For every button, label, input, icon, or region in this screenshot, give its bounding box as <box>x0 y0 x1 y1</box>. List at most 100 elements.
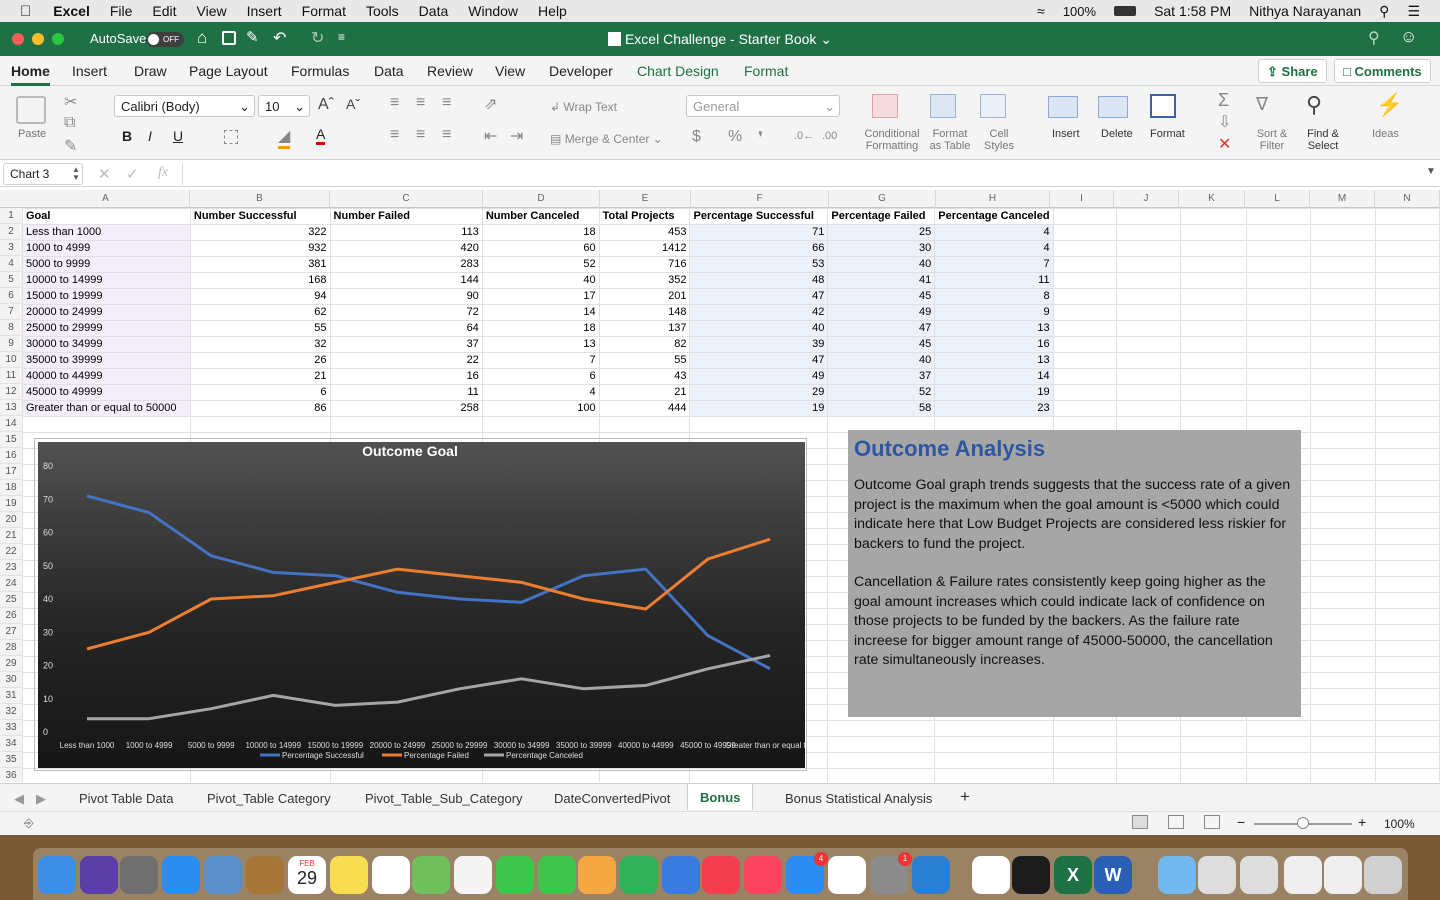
row-header[interactable]: 17 <box>0 464 22 480</box>
empty-cell[interactable] <box>1180 352 1247 369</box>
table-cell[interactable]: 144 <box>329 272 483 289</box>
empty-cell[interactable] <box>1310 704 1376 721</box>
empty-cell[interactable] <box>1115 720 1182 737</box>
delete-cells-icon[interactable] <box>1098 96 1128 118</box>
empty-cell[interactable] <box>1310 624 1376 641</box>
excel-icon[interactable]: X <box>1054 856 1092 894</box>
row-header[interactable]: 11 <box>0 368 22 384</box>
sheet-tab-bonus[interactable]: Bonus <box>687 784 754 810</box>
table-cell[interactable]: 15000 to 19999 <box>22 288 191 305</box>
empty-cell[interactable] <box>1374 752 1440 769</box>
empty-cell[interactable] <box>1052 768 1117 782</box>
empty-cell[interactable] <box>1180 400 1247 417</box>
empty-cell[interactable] <box>1374 608 1440 625</box>
empty-cell[interactable] <box>1180 336 1247 353</box>
column-header-a[interactable]: A <box>22 190 190 208</box>
empty-cell[interactable] <box>1052 368 1117 385</box>
table-cell[interactable]: 168 <box>189 272 331 289</box>
orientation-icon[interactable]: ⇗ <box>484 94 497 114</box>
align-top-icon[interactable]: ≡ <box>390 94 399 112</box>
zoom-in-icon[interactable]: + <box>1358 814 1366 830</box>
row-header[interactable]: 28 <box>0 640 22 656</box>
table-cell[interactable]: 40 <box>689 320 829 337</box>
format-cells-button[interactable]: Format <box>1150 128 1185 140</box>
chart-svg[interactable]: Outcome Goal 0 10 20 30 40 50 60 70 80 Less than 1… <box>38 442 835 768</box>
paste-button[interactable]: Paste <box>18 128 46 140</box>
sheet-tab-pivot-table-category[interactable]: Pivot_Table Category <box>207 791 331 806</box>
insert-cells-button[interactable]: Insert <box>1052 128 1080 140</box>
row-header[interactable]: 3 <box>0 240 22 256</box>
empty-cell[interactable] <box>1310 560 1376 577</box>
table-cell[interactable]: 40000 to 44999 <box>22 368 191 385</box>
table-cell[interactable]: 29 <box>689 384 829 401</box>
empty-cell[interactable] <box>1374 480 1440 497</box>
table-header-cell[interactable]: Total Projects <box>598 208 691 225</box>
formula-input[interactable] <box>182 163 1422 185</box>
empty-cell[interactable] <box>1245 720 1312 737</box>
menu-data[interactable]: Data <box>419 3 449 19</box>
table-cell[interactable]: 66 <box>689 240 829 257</box>
macro-record-icon[interactable]: ⎆ <box>24 816 34 831</box>
empty-cell[interactable] <box>1310 640 1376 657</box>
chrome-icon[interactable] <box>828 856 866 894</box>
increase-decimal-icon[interactable]: .0← <box>794 130 814 142</box>
row-header[interactable]: 16 <box>0 448 22 464</box>
word-icon[interactable]: W <box>1094 856 1132 894</box>
stepper-icon[interactable]: ▲ ▼ <box>72 166 80 182</box>
add-sheet-icon[interactable]: + <box>960 787 970 807</box>
empty-cell[interactable] <box>1245 272 1312 289</box>
menu-help[interactable]: Help <box>538 3 567 19</box>
table-cell[interactable]: 62 <box>189 304 331 321</box>
column-header-l[interactable]: L <box>1245 190 1310 208</box>
table-cell[interactable]: 58 <box>827 400 936 417</box>
empty-cell[interactable] <box>1310 400 1376 417</box>
maps-icon[interactable] <box>412 856 450 894</box>
spotlight-icon[interactable]: ⚲ <box>1379 3 1389 20</box>
table-cell[interactable]: 14 <box>481 304 600 321</box>
empty-cell[interactable] <box>1374 272 1440 289</box>
empty-cell[interactable] <box>1310 752 1376 769</box>
empty-cell[interactable] <box>1374 768 1440 782</box>
table-cell[interactable]: 13 <box>934 352 1054 369</box>
table-cell[interactable]: 4 <box>481 384 600 401</box>
insert-cells-icon[interactable] <box>1048 96 1078 118</box>
table-cell[interactable]: 39 <box>689 336 829 353</box>
empty-cell[interactable] <box>1115 384 1182 401</box>
siri-icon[interactable] <box>80 856 118 894</box>
empty-cell[interactable] <box>1310 368 1376 385</box>
empty-cell[interactable] <box>1374 432 1440 449</box>
empty-cell[interactable] <box>1115 736 1182 753</box>
scroll-tabs-right-icon[interactable]: ▶ <box>36 791 46 807</box>
empty-cell[interactable] <box>1115 208 1182 225</box>
column-header-b[interactable]: B <box>190 190 330 208</box>
table-cell[interactable]: 37 <box>329 336 483 353</box>
column-header-k[interactable]: K <box>1179 190 1245 208</box>
table-header-cell[interactable]: Number Successful <box>189 208 331 225</box>
empty-cell[interactable] <box>598 416 691 433</box>
table-cell[interactable]: 19 <box>689 400 829 417</box>
empty-cell[interactable] <box>1052 224 1117 241</box>
table-cell[interactable]: 25 <box>827 224 936 241</box>
empty-cell[interactable] <box>1180 256 1247 273</box>
fill-icon[interactable]: ⇩ <box>1218 112 1231 132</box>
menu-view[interactable]: View <box>197 3 227 19</box>
empty-cell[interactable] <box>1374 336 1440 353</box>
table-cell[interactable]: 4 <box>934 240 1054 257</box>
empty-cell[interactable] <box>1310 672 1376 689</box>
empty-cell[interactable] <box>1245 256 1312 273</box>
table-cell[interactable]: 41 <box>827 272 936 289</box>
tab-home[interactable]: Home <box>11 63 50 86</box>
empty-cell[interactable] <box>1245 400 1312 417</box>
empty-cell[interactable] <box>1180 720 1247 737</box>
empty-cell[interactable] <box>934 736 1054 753</box>
empty-cell[interactable] <box>1245 736 1312 753</box>
empty-cell[interactable] <box>329 416 483 433</box>
numbers-icon[interactable] <box>620 856 658 894</box>
empty-cell[interactable] <box>1115 272 1182 289</box>
table-cell[interactable]: 21 <box>598 384 691 401</box>
share-button[interactable]: ⇪ Share <box>1258 59 1327 83</box>
empty-cell[interactable] <box>1052 272 1117 289</box>
empty-cell[interactable] <box>1310 736 1376 753</box>
paste-icon[interactable] <box>16 96 46 124</box>
empty-cell[interactable] <box>1310 528 1376 545</box>
